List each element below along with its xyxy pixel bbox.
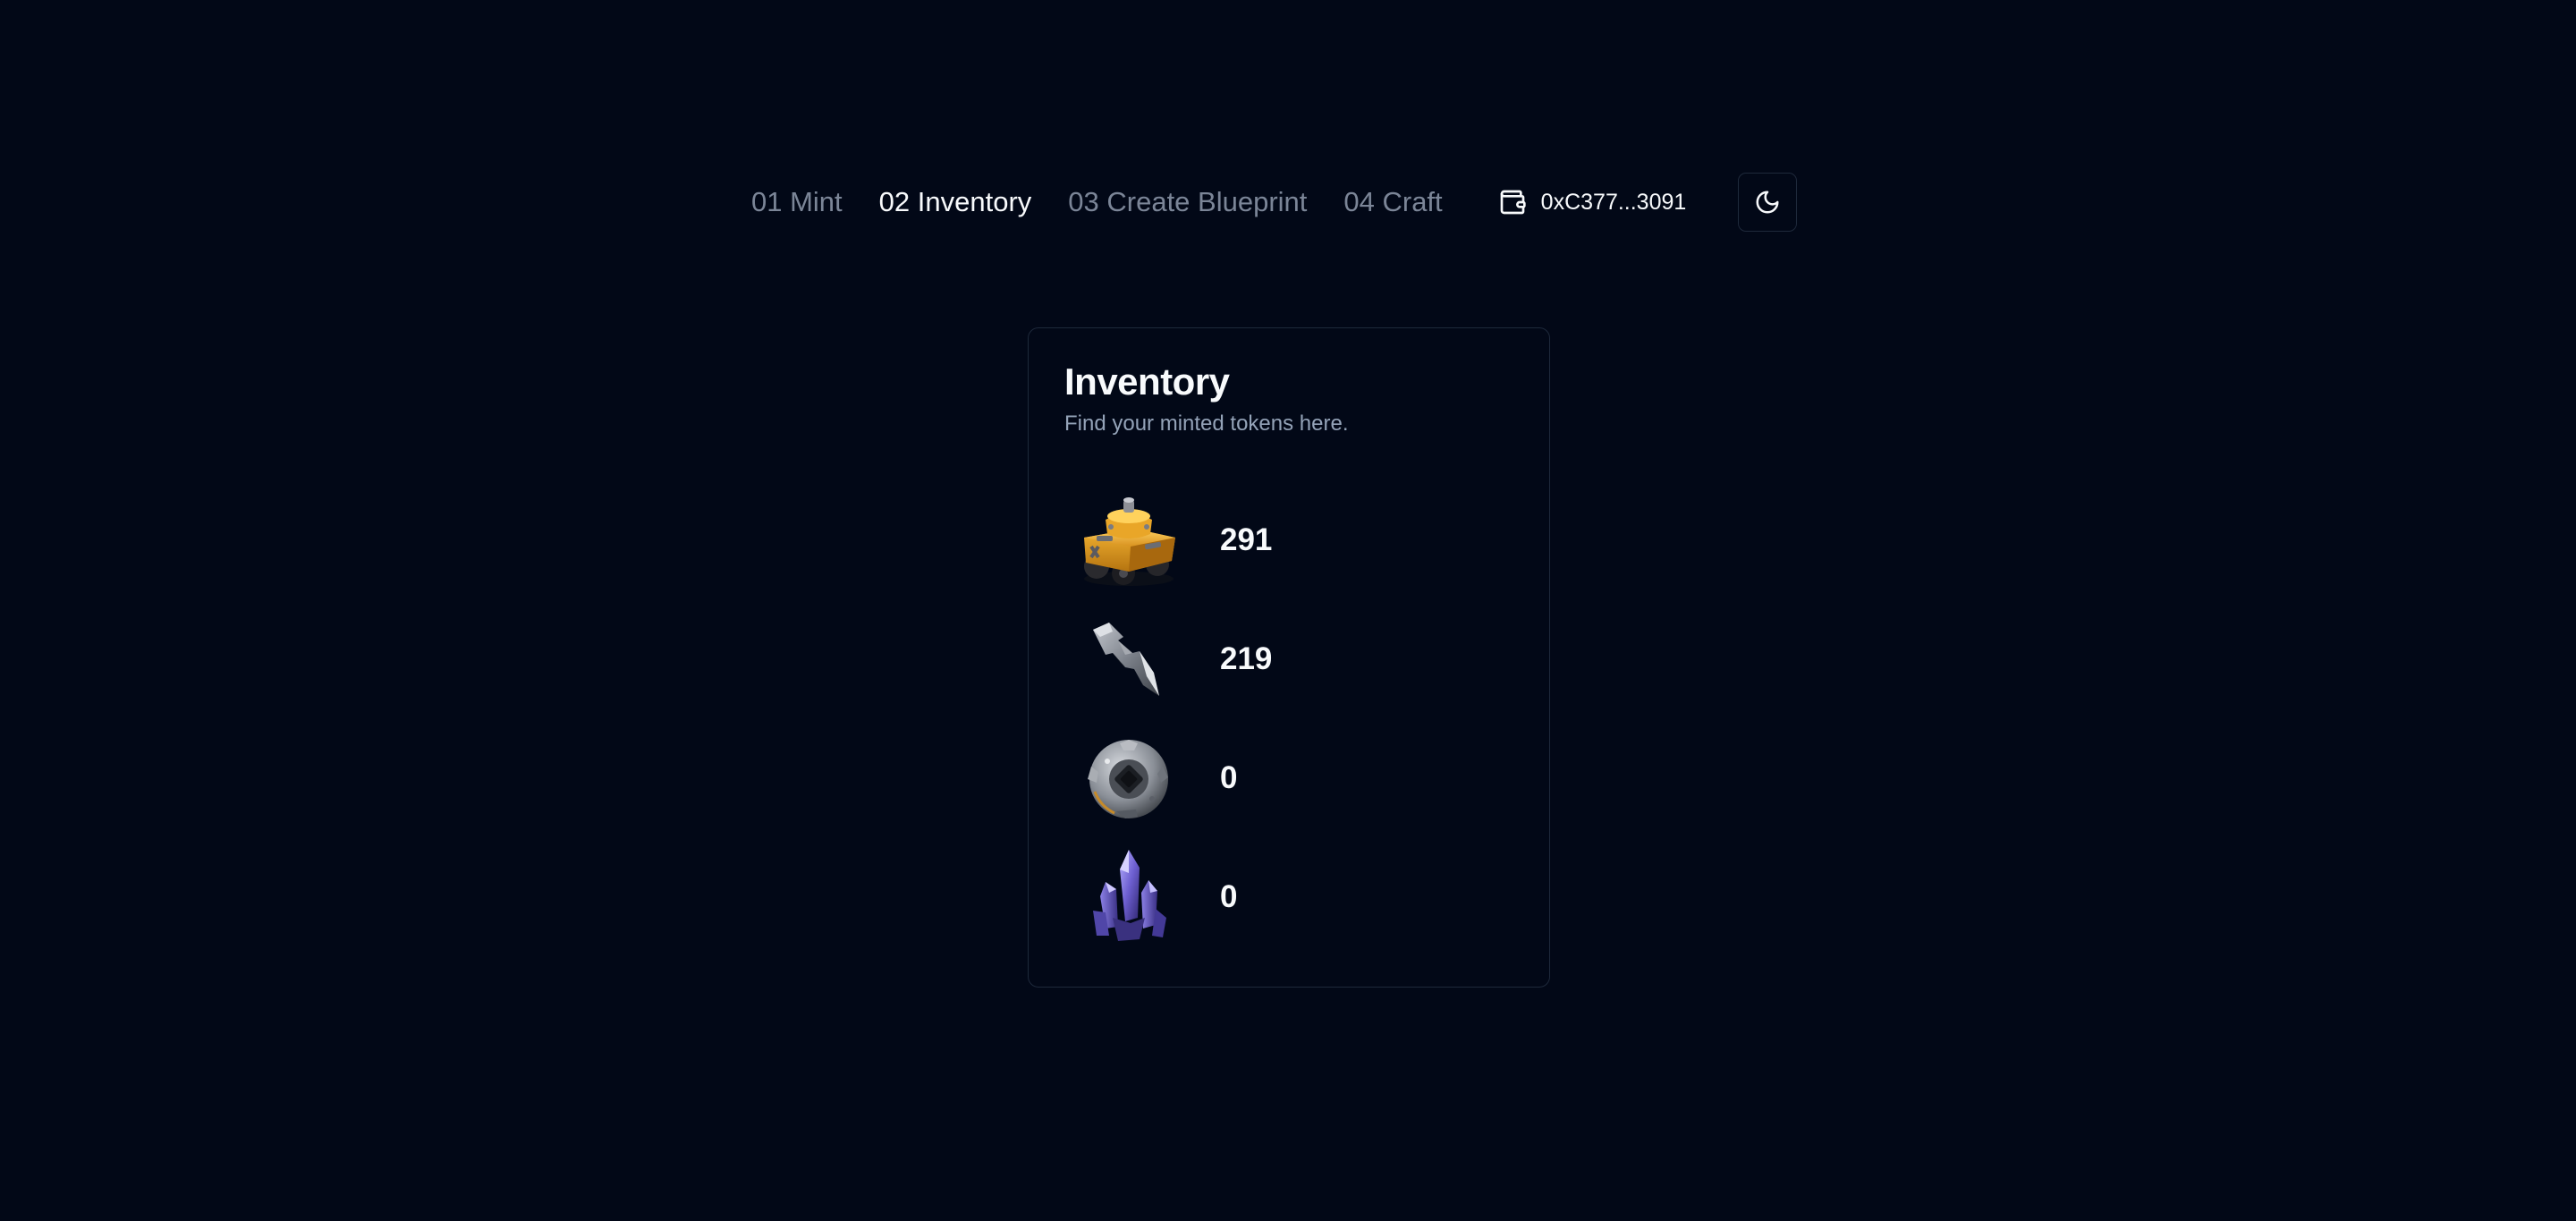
item-count: 219 xyxy=(1220,640,1273,676)
inventory-card: Inventory Find your minted tokens here. xyxy=(1028,327,1550,988)
inventory-item: 0 xyxy=(1064,718,1512,837)
app-page: 01 Mint 02 Inventory 03 Create Blueprint… xyxy=(0,0,2576,1221)
item-count: 0 xyxy=(1220,759,1238,795)
card-subtitle: Find your minted tokens here. xyxy=(1064,411,1349,436)
card-title: Inventory xyxy=(1064,360,1230,403)
metal-shard-icon xyxy=(1064,606,1190,713)
nav-item-create-blueprint[interactable]: 03 Create Blueprint xyxy=(1068,172,1307,233)
tank-icon xyxy=(1064,487,1190,594)
moon-icon xyxy=(1754,189,1781,216)
inventory-item: 219 xyxy=(1064,599,1512,718)
theme-toggle-button[interactable] xyxy=(1738,173,1798,232)
crystal-icon xyxy=(1064,844,1190,951)
inventory-item: 291 xyxy=(1064,480,1512,599)
wallet-address: 0xC377...3091 xyxy=(1540,189,1687,215)
inventory-item: 0 xyxy=(1064,837,1512,956)
top-navigation-bar: 01 Mint 02 Inventory 03 Create Blueprint… xyxy=(751,172,1798,233)
nav-item-inventory[interactable]: 02 Inventory xyxy=(879,172,1032,233)
item-count: 291 xyxy=(1220,521,1273,557)
nav-item-craft[interactable]: 04 Craft xyxy=(1343,172,1442,233)
gear-wheel-icon xyxy=(1064,725,1190,832)
nav-item-mint[interactable]: 01 Mint xyxy=(751,172,843,233)
wallet-icon xyxy=(1498,188,1527,216)
inventory-list: 291 219 0 0 xyxy=(1064,480,1512,956)
wallet-button[interactable]: 0xC377...3091 xyxy=(1498,172,1687,233)
item-count: 0 xyxy=(1220,878,1238,914)
step-nav: 01 Mint 02 Inventory 03 Create Blueprint… xyxy=(751,172,1479,233)
